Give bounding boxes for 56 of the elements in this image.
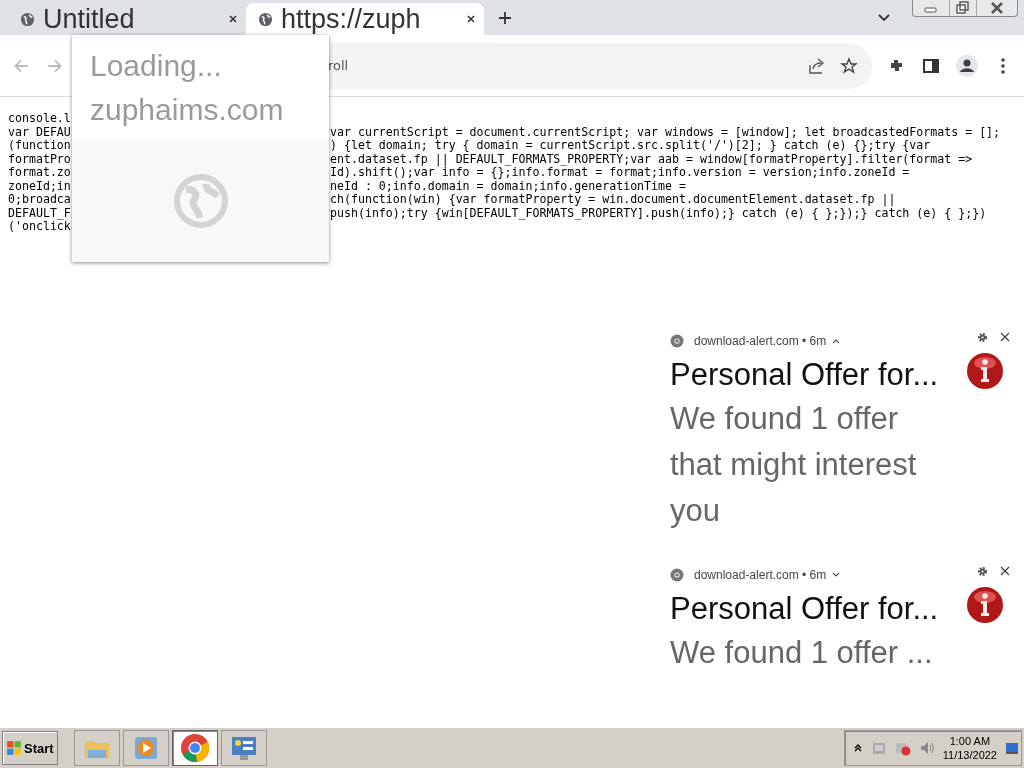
code-line: push(info);try {win[DEFAULT_FORMATS_PROPERTY].push(info);} catch (e) { };});} catch (e) { };}) bbox=[330, 205, 987, 220]
close-icon[interactable] bbox=[1000, 566, 1010, 576]
code-line: var currentScript = document.currentScript; var windows = [window]; let broadcastedFormats = []; bbox=[330, 124, 1001, 139]
clock-time: 1:00 AM bbox=[949, 734, 991, 748]
chevron-down-icon[interactable] bbox=[832, 572, 841, 578]
notification-message: We found 1 offer that might interest you bbox=[670, 400, 918, 530]
browser-tab[interactable]: Untitled bbox=[8, 3, 246, 35]
globe-icon bbox=[258, 11, 273, 27]
close-icon[interactable] bbox=[228, 14, 238, 24]
share-icon[interactable] bbox=[808, 56, 826, 75]
chevron-up-icon[interactable] bbox=[832, 338, 841, 344]
code-line: formatPro bbox=[8, 151, 71, 166]
notification-title: Personal Offer for... bbox=[670, 356, 940, 394]
code-line: ent.dataset.fp || DEFAULT_FORMATS_PROPERTY;var aab = window[formatProperty].filter(format => bbox=[330, 151, 973, 166]
code-line: ch(function(win) {var formatProperty = win.document.documentElement.dataset.fp || bbox=[330, 192, 896, 206]
notification-source: download-alert.com • 6m bbox=[694, 568, 827, 582]
security-alert-icon[interactable] bbox=[894, 740, 911, 756]
browser-tab[interactable]: https://zuph bbox=[246, 3, 484, 35]
code-line: neId : 0;info.domain = domain;info.generationTime = bbox=[330, 178, 686, 193]
settings-icon[interactable] bbox=[977, 565, 988, 577]
code-line: ) {let domain; try { domain = currentScript.src.split('/')[2]; } catch (e) {};try {var bbox=[330, 138, 931, 152]
window-controls[interactable] bbox=[912, 0, 1018, 17]
code-line: ('onclick bbox=[8, 219, 71, 233]
code-line: (function bbox=[8, 138, 71, 152]
start-button[interactable]: Start bbox=[2, 731, 58, 765]
info-icon bbox=[966, 352, 1004, 390]
code-line: zoneId;in bbox=[8, 178, 71, 193]
windows-logo-icon bbox=[6, 740, 22, 756]
globe-icon bbox=[173, 173, 228, 228]
notification-message: We found 1 offer ... bbox=[670, 634, 934, 672]
settings-icon[interactable] bbox=[977, 331, 988, 343]
close-icon[interactable] bbox=[466, 14, 476, 24]
code-line: 0;broadca bbox=[8, 192, 71, 206]
tab-title: https://zuph bbox=[281, 3, 422, 35]
globe-icon bbox=[20, 11, 35, 27]
tab-title: Untitled bbox=[43, 3, 136, 35]
code-line: var DEFAU bbox=[8, 124, 71, 139]
new-tab-icon[interactable] bbox=[498, 10, 512, 25]
notification-title: Personal Offer for... bbox=[670, 590, 940, 628]
side-panel-icon[interactable] bbox=[922, 56, 940, 75]
hover-card-domain: zuphaims.com bbox=[89, 92, 285, 127]
show-desktop-icon[interactable] bbox=[1005, 741, 1019, 755]
profile-icon[interactable] bbox=[956, 54, 978, 77]
code-line: console.l bbox=[8, 111, 71, 125]
info-icon bbox=[966, 586, 1004, 624]
chevron-down-icon[interactable] bbox=[878, 13, 890, 22]
code-line: DEFAULT_F bbox=[8, 205, 71, 220]
panel-app-button[interactable] bbox=[220, 730, 267, 766]
close-icon[interactable] bbox=[1000, 332, 1010, 342]
clock-date: 11/13/2022 bbox=[942, 748, 997, 762]
code-line: format.zo bbox=[8, 165, 71, 179]
hover-card-title: Loading... bbox=[89, 48, 223, 83]
chrome-app-button[interactable] bbox=[171, 730, 218, 766]
notification-source: download-alert.com • 6m bbox=[694, 334, 827, 348]
star-icon[interactable] bbox=[840, 56, 858, 75]
chevron-up-icon[interactable] bbox=[852, 743, 863, 753]
